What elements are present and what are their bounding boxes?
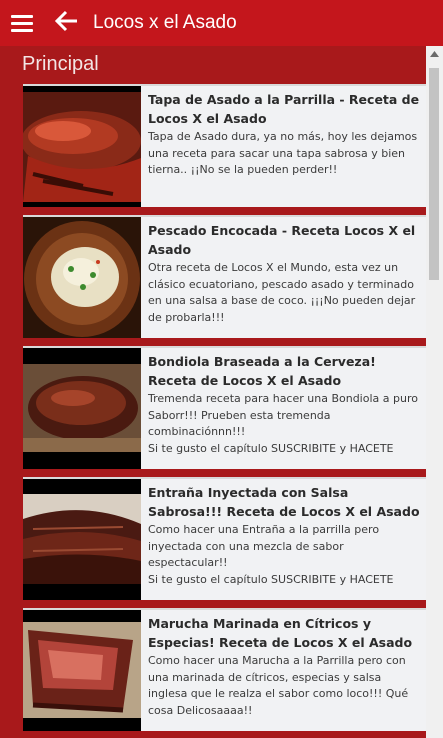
video-thumbnail[interactable] [23, 217, 141, 338]
video-title: Entraña Inyectada con Salsa Sabrosa!!! R… [148, 485, 420, 519]
scroll-up-arrow-icon[interactable] [430, 51, 439, 57]
section-title: Principal [22, 53, 99, 75]
video-description: Tremenda receta para hacer una Bondiola … [148, 392, 418, 455]
hamburger-menu-icon[interactable] [11, 15, 33, 32]
video-title: Tapa de Asado a la Parrilla - Receta de … [148, 92, 420, 126]
video-title: Marucha Marinada en Cítricos y Especias!… [148, 616, 413, 650]
video-description: Tapa de Asado dura, ya no más, hoy les d… [148, 130, 418, 176]
app-title: Locos x el Asado [93, 12, 237, 33]
video-card[interactable]: Marucha Marinada en Cítricos y Especias!… [23, 608, 426, 731]
video-card[interactable]: Tapa de Asado a la Parrilla - Receta de … [23, 84, 426, 207]
video-description: Como hacer una Entraña a la parrilla per… [148, 523, 394, 586]
video-thumbnail[interactable] [23, 348, 141, 469]
back-arrow-icon[interactable] [54, 9, 79, 33]
video-description: Como hacer una Marucha a la Parrilla per… [148, 654, 409, 717]
app-header: Locos x el Asado [0, 0, 443, 46]
video-title: Bondiola Braseada a la Cerveza! Receta d… [148, 354, 376, 388]
video-thumbnail[interactable] [23, 479, 141, 600]
video-card[interactable]: Entraña Inyectada con Salsa Sabrosa!!! R… [23, 477, 426, 600]
video-title: Pescado Encocada - Receta Locos X el Asa… [148, 223, 416, 257]
video-thumbnail[interactable] [23, 86, 141, 207]
video-description: Otra receta de Locos X el Mundo, esta ve… [148, 261, 416, 324]
video-thumbnail[interactable] [23, 610, 141, 731]
scrollbar-thumb[interactable] [429, 68, 439, 280]
video-card[interactable]: Pescado Encocada - Receta Locos X el Asa… [23, 215, 426, 338]
scrollbar[interactable] [426, 46, 443, 738]
video-card[interactable]: Bondiola Braseada a la Cerveza! Receta d… [23, 346, 426, 469]
